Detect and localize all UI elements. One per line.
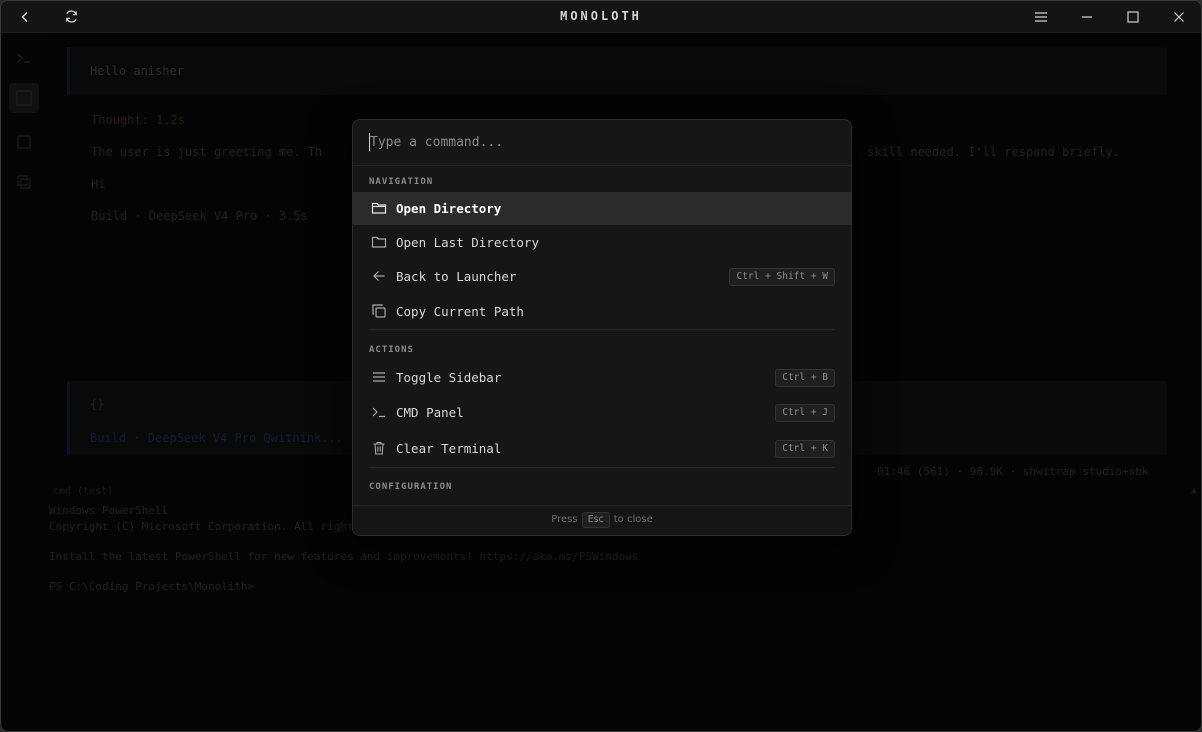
shortcut-badge: Ctrl + K	[775, 440, 835, 458]
folder-icon	[371, 202, 387, 214]
footer-close-text: to close	[613, 514, 653, 525]
command-list: NAVIGATION Open Directory Open Last Dire…	[353, 166, 851, 506]
minimize-icon	[1082, 15, 1092, 18]
section-divider	[369, 329, 835, 330]
command-toggle-sidebar[interactable]: Toggle Sidebar Ctrl + B	[353, 361, 851, 394]
command-label: Toggle Sidebar	[396, 370, 502, 385]
section-label-configuration: CONFIGURATION	[369, 482, 453, 492]
minimize-button[interactable]	[1065, 1, 1109, 32]
command-open-last-directory[interactable]: Open Last Directory	[353, 226, 851, 259]
command-label: CMD Panel	[396, 405, 464, 420]
command-open-directory[interactable]: Open Directory	[353, 192, 851, 225]
maximize-icon	[1127, 10, 1139, 23]
command-label: Open Directory	[396, 201, 502, 216]
command-copy-current-path[interactable]: Copy Current Path	[353, 295, 851, 328]
command-cmd-panel[interactable]: CMD Panel Ctrl + J	[353, 396, 851, 429]
app-window: MONOLOTH Hello anisher Thought: 1.2s The…	[0, 0, 1202, 732]
text-caret	[369, 133, 370, 151]
shortcut-badge: Ctrl + Shift + W	[729, 268, 835, 286]
command-clear-terminal[interactable]: Clear Terminal Ctrl + K	[353, 432, 851, 465]
shortcut-badge: Ctrl + B	[775, 369, 835, 387]
command-label: Clear Terminal	[396, 441, 502, 456]
shortcut-badge: Ctrl + J	[775, 404, 835, 422]
folder-icon	[371, 236, 387, 248]
hamburger-icon	[1035, 11, 1047, 22]
command-back-to-launcher[interactable]: Back to Launcher Ctrl + Shift + W	[353, 260, 851, 293]
section-label-navigation: NAVIGATION	[369, 177, 434, 187]
command-label: Copy Current Path	[396, 304, 524, 319]
command-input[interactable]	[367, 131, 830, 153]
close-button[interactable]	[1157, 1, 1201, 32]
terminal-icon	[372, 407, 385, 418]
esc-key-badge: Esc	[581, 512, 610, 528]
title-bar: MONOLOTH	[1, 1, 1201, 33]
copy-icon	[372, 304, 386, 318]
menu-button[interactable]	[1019, 1, 1063, 32]
close-icon	[1174, 11, 1184, 22]
palette-footer: Press Esc to close	[353, 505, 851, 535]
command-label: Back to Launcher	[396, 269, 517, 284]
section-divider	[369, 467, 835, 468]
command-label: Open Last Directory	[396, 235, 539, 250]
menu-icon	[373, 372, 385, 382]
arrow-left-icon	[373, 271, 385, 281]
command-search	[353, 120, 851, 166]
footer-press-text: Press	[551, 514, 578, 525]
section-label-actions: ACTIONS	[369, 345, 414, 355]
trash-icon	[373, 441, 385, 455]
maximize-button[interactable]	[1111, 1, 1155, 32]
command-palette: NAVIGATION Open Directory Open Last Dire…	[352, 119, 852, 536]
